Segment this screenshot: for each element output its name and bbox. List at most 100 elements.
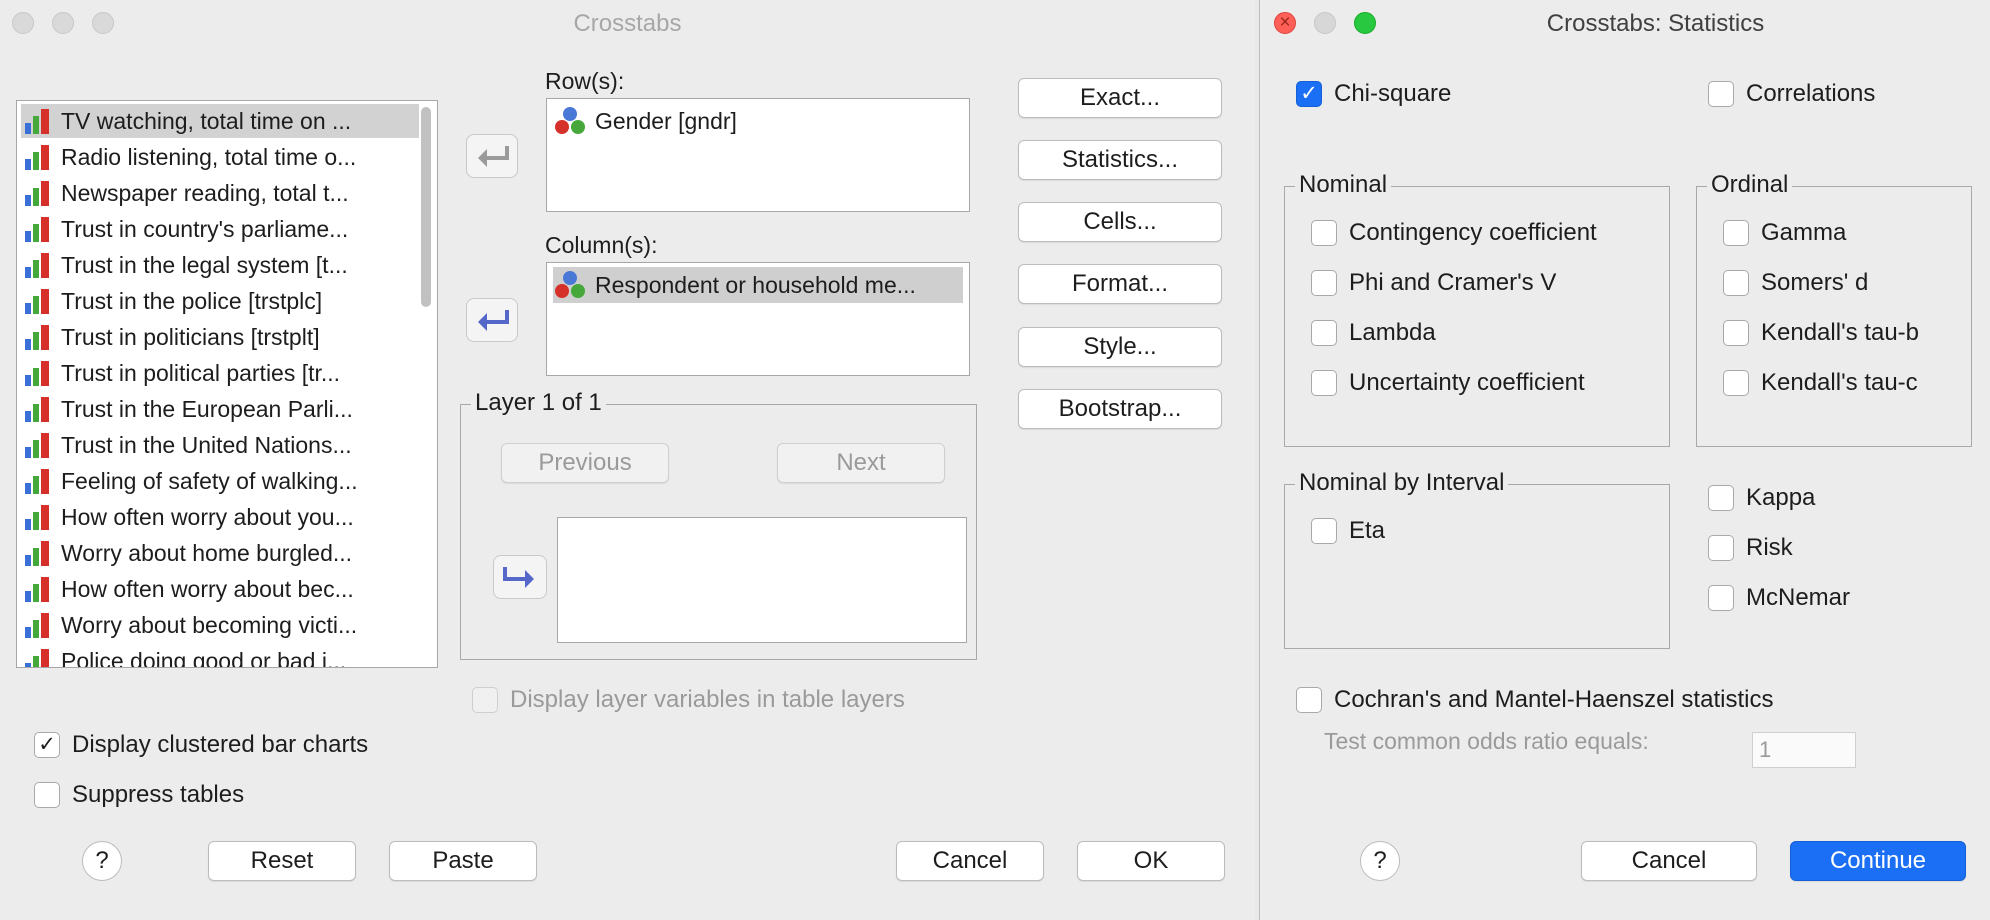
variable-list-item[interactable]: Radio listening, total time o... [21,140,419,174]
correlations-label: Correlations [1746,80,1876,107]
variable-list-item[interactable]: Trust in political parties [tr... [21,356,419,390]
paste-button[interactable]: Paste [389,841,537,881]
style-button[interactable]: Style... [1018,327,1222,367]
ordinal-scale-icon [23,323,53,351]
cancel-button[interactable]: Cancel [1581,841,1757,881]
ordinal-group-title: Ordinal [1707,171,1793,199]
variable-list-item[interactable]: Trust in politicians [trstplt] [21,320,419,354]
variable-list-item[interactable]: Police doing good or bad j... [21,644,419,667]
gamma-checkbox[interactable] [1723,220,1749,246]
display-clustered-bar-charts-option[interactable]: ✓ Display clustered bar charts [34,731,368,759]
uncertainty-coefficient-checkbox[interactable] [1311,370,1337,396]
contingency-coefficient-option[interactable]: Contingency coefficient [1311,219,1597,247]
kendalls-tau-c-checkbox[interactable] [1723,370,1749,396]
variable-list-item-label: Trust in political parties [tr... [61,359,341,386]
variable-list-item-label: Trust in the United Nations... [61,431,352,458]
gamma-label: Gamma [1761,219,1847,246]
variable-list-item[interactable]: Worry about home burgled... [21,536,419,570]
move-to-layer-button[interactable] [493,555,547,599]
lambda-checkbox[interactable] [1311,320,1337,346]
contingency-coefficient-label: Contingency coefficient [1349,219,1597,246]
chi-square-checkbox[interactable]: ✓ [1296,81,1322,107]
cells-button[interactable]: Cells... [1018,202,1222,242]
variable-list-item[interactable]: How often worry about bec... [21,572,419,606]
reset-button[interactable]: Reset [208,841,356,881]
phi-cramers-v-checkbox[interactable] [1311,270,1337,296]
mcnemar-option[interactable]: McNemar [1708,584,1850,612]
kendalls-tau-c-option[interactable]: Kendall's tau-c [1723,369,1918,397]
suppress-tables-option[interactable]: Suppress tables [34,781,244,809]
source-variable-list[interactable]: TV watching, total time on ... Radio list… [16,100,438,668]
variable-list-item[interactable]: Trust in the United Nations... [21,428,419,462]
variable-list-item[interactable]: Newspaper reading, total t... [21,176,419,210]
ordinal-scale-icon [23,467,53,495]
previous-layer-button[interactable]: Previous [501,443,669,483]
phi-cramers-v-option[interactable]: Phi and Cramer's V [1311,269,1556,297]
ok-button[interactable]: OK [1077,841,1225,881]
somers-d-option[interactable]: Somers' d [1723,269,1868,297]
exact-button[interactable]: Exact... [1018,78,1222,118]
close-window-icon[interactable]: × [1274,12,1296,34]
ordinal-scale-icon [23,107,53,135]
variable-list-item[interactable]: Trust in the police [trstplc] [21,284,419,318]
move-to-rows-button[interactable] [466,134,518,178]
variable-list-scrollbar[interactable] [421,107,431,307]
ordinal-scale-icon [23,647,53,667]
risk-checkbox[interactable] [1708,535,1734,561]
ordinal-scale-icon [23,503,53,531]
contingency-coefficient-checkbox[interactable] [1311,220,1337,246]
nominal-by-interval-title: Nominal by Interval [1295,469,1509,497]
eta-option[interactable]: Eta [1311,517,1385,545]
rows-target-list[interactable]: Gender [gndr] [546,98,970,212]
variable-list-item[interactable]: Trust in country's parliame... [21,212,419,246]
risk-option[interactable]: Risk [1708,534,1793,562]
variable-list-item[interactable]: Worry about becoming victi... [21,608,419,642]
variable-list-item[interactable]: Trust in the legal system [t... [21,248,419,282]
correlations-option[interactable]: Correlations [1708,80,1875,108]
bootstrap-button[interactable]: Bootstrap... [1018,389,1222,429]
kendalls-tau-b-option[interactable]: Kendall's tau-b [1723,319,1919,347]
odds-ratio-input[interactable]: 1 [1752,732,1856,768]
lambda-option[interactable]: Lambda [1311,319,1436,347]
somers-d-checkbox[interactable] [1723,270,1749,296]
move-to-columns-button[interactable] [466,298,518,342]
help-button[interactable]: ? [1360,841,1400,881]
kappa-label: Kappa [1746,484,1816,511]
layer-target-list[interactable] [557,517,967,643]
mcnemar-checkbox[interactable] [1708,585,1734,611]
phi-cramers-v-label: Phi and Cramer's V [1349,269,1557,296]
variable-list-item[interactable]: How often worry about you... [21,500,419,534]
layer-group-title: Layer 1 of 1 [471,389,606,417]
variable-list-item[interactable]: Feeling of safety of walking... [21,464,419,498]
columns-item[interactable]: Respondent or household me... [553,267,963,303]
cochran-mantel-haenszel-checkbox[interactable] [1296,687,1322,713]
variable-list-item[interactable]: Trust in the European Parli... [21,392,419,426]
gamma-option[interactable]: Gamma [1723,219,1846,247]
continue-button[interactable]: Continue [1790,841,1966,881]
next-layer-button[interactable]: Next [777,443,945,483]
eta-checkbox[interactable] [1311,518,1337,544]
variable-list-item-label: Trust in country's parliame... [61,215,349,242]
chi-square-label: Chi-square [1334,80,1452,107]
rows-item[interactable]: Gender [gndr] [553,103,963,139]
uncertainty-coefficient-option[interactable]: Uncertainty coefficient [1311,369,1585,397]
correlations-checkbox[interactable] [1708,81,1734,107]
suppress-tables-checkbox[interactable] [34,782,60,808]
cancel-button[interactable]: Cancel [896,841,1044,881]
chi-square-option[interactable]: ✓ Chi-square [1296,80,1451,108]
display-layer-variables-option[interactable]: Display layer variables in table layers [472,686,905,714]
help-button[interactable]: ? [82,841,122,881]
variable-list-item-label: Worry about becoming victi... [61,611,358,638]
statistics-button[interactable]: Statistics... [1018,140,1222,180]
nominal-group-title: Nominal [1295,171,1392,199]
format-button[interactable]: Format... [1018,264,1222,304]
display-clustered-bar-charts-checkbox[interactable]: ✓ [34,732,60,758]
kendalls-tau-b-checkbox[interactable] [1723,320,1749,346]
columns-target-list[interactable]: Respondent or household me... [546,262,970,376]
kappa-checkbox[interactable] [1708,485,1734,511]
variable-list-item[interactable]: TV watching, total time on ... [21,104,419,138]
cochran-mantel-haenszel-option[interactable]: Cochran's and Mantel-Haenszel statistics [1296,686,1773,714]
display-layer-variables-checkbox[interactable] [472,687,498,713]
close-x-icon: × [1279,12,1291,33]
kappa-option[interactable]: Kappa [1708,484,1815,512]
